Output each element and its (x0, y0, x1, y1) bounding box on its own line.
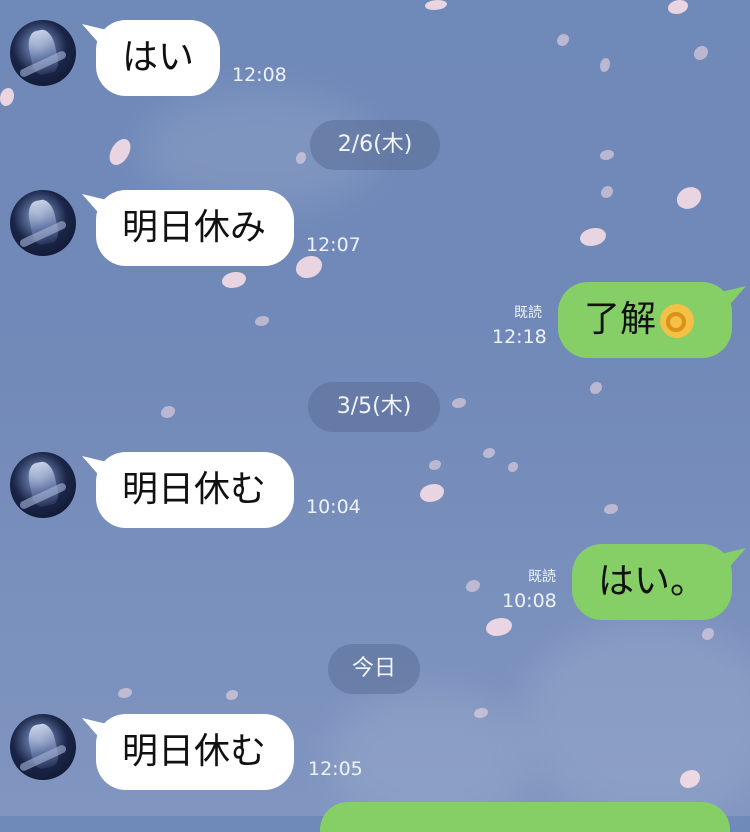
date-separator: 今日 (328, 644, 420, 694)
petal (508, 462, 518, 472)
message-time: 10:04 (306, 496, 361, 518)
petal (668, 0, 688, 14)
petal (226, 690, 238, 700)
background-cloud (520, 620, 750, 820)
petal (673, 182, 705, 214)
petal (600, 58, 610, 72)
incoming-message-bubble[interactable]: 明日休む (96, 714, 294, 790)
petal (0, 88, 14, 106)
message-time: 10:08 (502, 590, 557, 612)
outgoing-message-bubble-partial[interactable] (320, 802, 730, 832)
petal (694, 46, 708, 60)
message-text: はい。 (598, 561, 707, 602)
petal (222, 272, 246, 288)
petal (486, 618, 512, 636)
read-receipt: 既読 (528, 569, 556, 585)
message-text: 明日休み (122, 207, 267, 248)
message-time: 12:05 (308, 758, 363, 780)
sender-avatar[interactable] (10, 452, 76, 518)
petal (296, 256, 322, 278)
petal (106, 135, 134, 169)
petal (580, 228, 606, 246)
petal (420, 484, 444, 502)
petal (557, 34, 569, 46)
sender-avatar[interactable] (10, 714, 76, 780)
message-text: 明日休む (122, 731, 267, 772)
message-text: 了解 (584, 299, 657, 340)
petal (601, 186, 613, 198)
message-text: はい (122, 37, 195, 78)
message-time: 12:07 (306, 234, 361, 256)
outgoing-message-bubble[interactable]: 了解 (558, 282, 732, 358)
petal (466, 580, 480, 592)
incoming-message-bubble[interactable]: 明日休む (96, 452, 294, 528)
message-time: 12:18 (492, 326, 547, 348)
petal (590, 382, 602, 394)
petal (452, 398, 466, 408)
incoming-message-bubble[interactable]: 明日休み (96, 190, 294, 266)
petal (604, 504, 618, 514)
petal (118, 688, 132, 698)
petal (425, 0, 447, 10)
date-separator: 3/5(木) (308, 382, 440, 432)
incoming-message-bubble[interactable]: はい (96, 20, 220, 96)
date-separator: 2/6(木) (310, 120, 440, 170)
petal (255, 316, 269, 326)
petal (483, 448, 495, 458)
message-text: 明日休む (122, 469, 267, 510)
petal (600, 150, 614, 160)
outgoing-message-bubble[interactable]: はい。 (572, 544, 732, 620)
read-receipt: 既読 (514, 305, 542, 321)
ok-hand-emoji-icon (660, 304, 695, 338)
petal (161, 406, 175, 418)
sender-avatar[interactable] (10, 190, 76, 256)
sender-avatar[interactable] (10, 20, 76, 86)
message-time: 12:08 (232, 64, 287, 86)
petal (429, 460, 441, 470)
